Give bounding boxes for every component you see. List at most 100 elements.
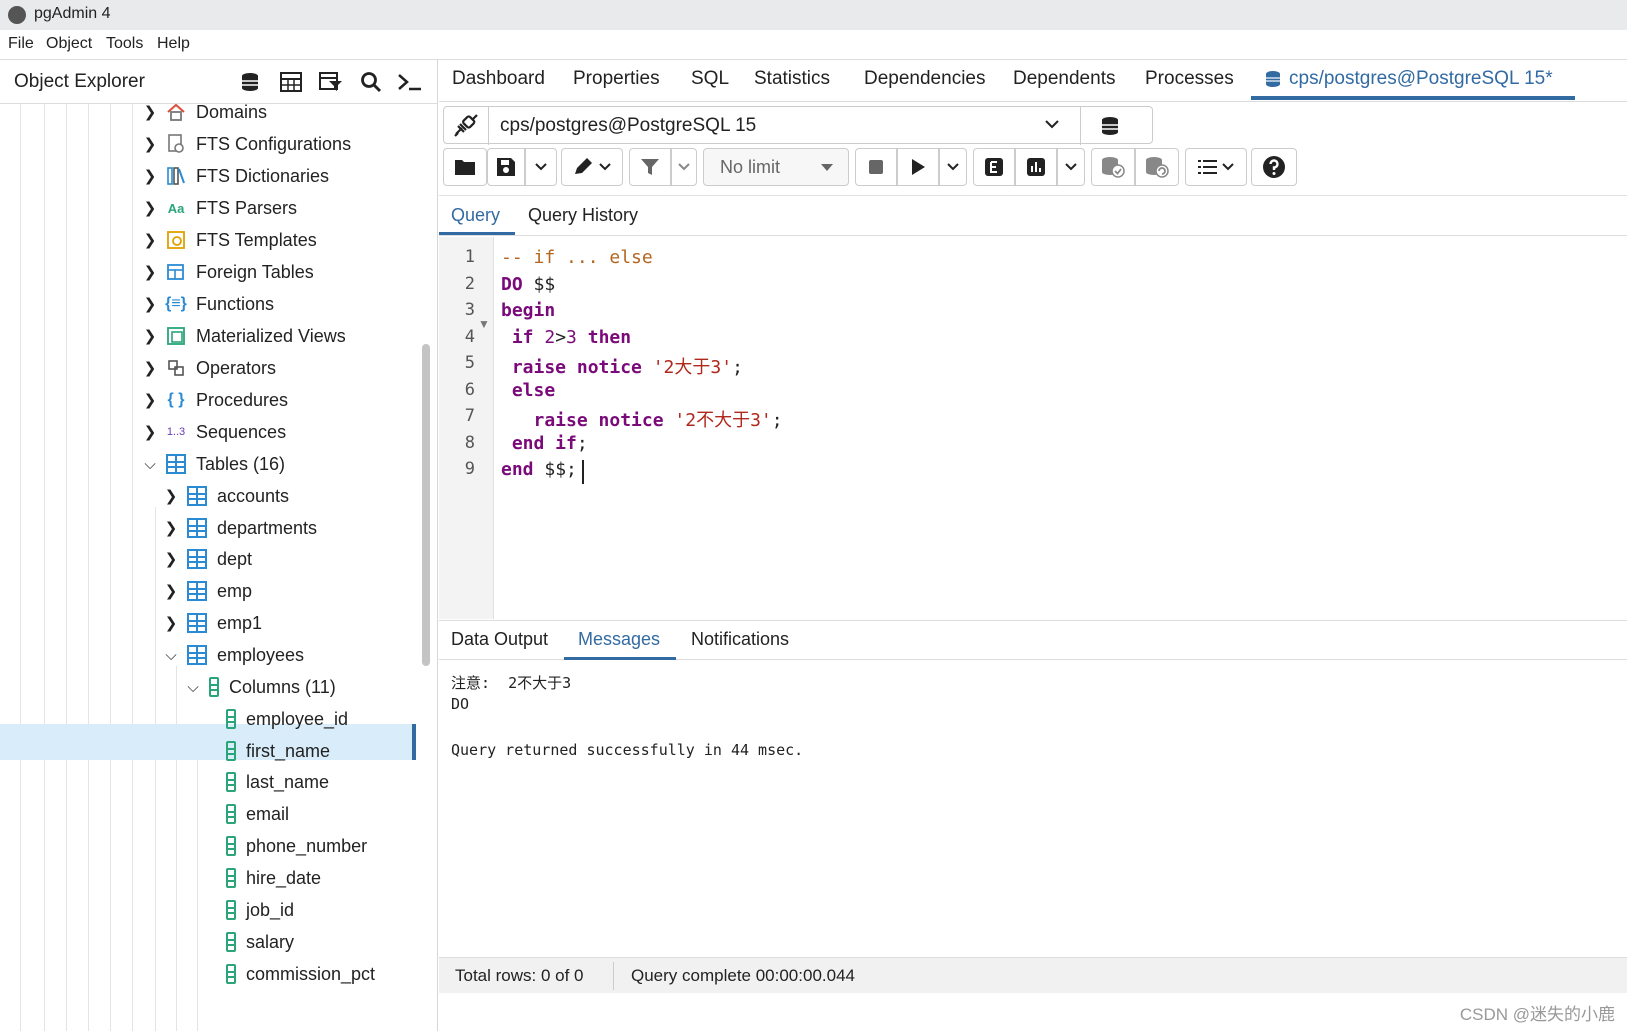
edit-dropdown-button[interactable] [561, 148, 623, 186]
connection-selector[interactable]: cps/postgres@PostgreSQL 15 [443, 106, 1153, 145]
explorer-scrollbar[interactable] [422, 344, 430, 666]
tree-node-fts-dictionaries[interactable]: ❯ FTS Dictionaries [140, 160, 329, 192]
tree-node-column[interactable]: salary [226, 926, 294, 958]
tab-properties[interactable]: Properties [573, 68, 660, 90]
chevron-right-icon[interactable]: ❯ [161, 614, 181, 632]
search-icon[interactable] [355, 66, 387, 98]
tab-statistics[interactable]: Statistics [754, 68, 830, 90]
macros-dropdown-button[interactable] [1185, 148, 1247, 186]
chevron-right-icon[interactable]: ❯ [140, 199, 160, 217]
save-file-button[interactable] [487, 148, 525, 186]
open-file-button[interactable] [443, 148, 487, 186]
tree-node-column[interactable]: first_name [226, 735, 330, 767]
tree-node-functions[interactable]: ❯ {≡} Functions [140, 288, 274, 320]
cancel-query-button[interactable] [855, 148, 897, 186]
tree-node-sequences[interactable]: ❯ 1..3 Sequences [140, 416, 286, 448]
menu-help[interactable]: Help [157, 35, 190, 53]
code-line[interactable]: raise notice '2大于3'; [501, 353, 743, 379]
tab-data-output[interactable]: Data Output [451, 629, 548, 650]
tree-node-column[interactable]: hire_date [226, 862, 321, 894]
chevron-right-icon[interactable]: ❯ [161, 582, 181, 600]
tree-node-foreign-tables[interactable]: ❯ Foreign Tables [140, 256, 314, 288]
chevron-right-icon[interactable]: ❯ [140, 103, 160, 121]
help-button[interactable] [1251, 148, 1297, 186]
commit-button[interactable] [1091, 148, 1135, 186]
view-data-grid-icon[interactable] [275, 66, 307, 98]
code-line[interactable]: raise notice '2不大于3'; [501, 406, 783, 432]
tree-node-operators[interactable]: ❯ Operators [140, 352, 276, 384]
tab-processes[interactable]: Processes [1145, 68, 1234, 90]
tree-node-table-accounts[interactable]: ❯ accounts [161, 480, 289, 512]
chevron-right-icon[interactable]: ❯ [161, 487, 181, 505]
chevron-down-icon[interactable]: ⌵ [161, 647, 181, 664]
save-options-dropdown[interactable] [525, 148, 557, 186]
chevron-right-icon[interactable]: ❯ [140, 295, 160, 313]
chevron-right-icon[interactable]: ❯ [161, 519, 181, 537]
explain-button[interactable] [973, 148, 1015, 186]
chevron-right-icon[interactable]: ❯ [161, 550, 181, 568]
tree-node-column[interactable]: phone_number [226, 830, 367, 862]
new-connection-db-icon[interactable] [1100, 115, 1122, 142]
tree-node-domains[interactable]: ❯ Domains [140, 96, 267, 128]
psql-terminal-icon[interactable] [394, 66, 426, 98]
tree-node-materialized-views[interactable]: ❯ Materialized Views [140, 320, 346, 352]
tab-messages[interactable]: Messages [578, 629, 660, 650]
tree-node-columns[interactable]: ⌵ Columns (11) [183, 671, 336, 703]
chevron-right-icon[interactable]: ❯ [140, 391, 160, 409]
tab-query-tool[interactable]: cps/postgres@PostgreSQL 15* [1265, 68, 1553, 90]
tree-node-table-departments[interactable]: ❯ departments [161, 512, 317, 544]
tree-node-column[interactable]: commission_pct [226, 958, 375, 990]
fold-arrow-icon[interactable]: ▼ [478, 317, 490, 331]
tab-dependencies[interactable]: Dependencies [864, 68, 985, 90]
tree-node-fts-templates[interactable]: ❯ FTS Templates [140, 224, 317, 256]
tab-dashboard[interactable]: Dashboard [452, 68, 545, 90]
code-line[interactable]: begin [501, 300, 555, 321]
code-line[interactable]: else [501, 380, 555, 401]
code-line[interactable]: DO $$ [501, 274, 555, 295]
tree-node-fts-parsers[interactable]: ❯ Aa FTS Parsers [140, 192, 297, 224]
execute-button[interactable] [897, 148, 939, 186]
tab-dependents[interactable]: Dependents [1013, 68, 1115, 90]
chevron-down-icon[interactable]: ⌵ [183, 679, 203, 696]
chevron-right-icon[interactable]: ❯ [140, 423, 160, 441]
tab-sql[interactable]: SQL [691, 68, 729, 90]
tree-node-procedures[interactable]: ❯ { } Procedures [140, 384, 288, 416]
chevron-right-icon[interactable]: ❯ [140, 167, 160, 185]
tab-query-history[interactable]: Query History [528, 205, 638, 226]
explain-analyze-button[interactable] [1015, 148, 1057, 186]
chevron-down-icon[interactable]: ⌵ [140, 456, 160, 473]
tree-node-tables[interactable]: ⌵ Tables (16) [140, 448, 285, 480]
menu-file[interactable]: File [8, 35, 34, 53]
tree-node-column[interactable]: job_id [226, 894, 294, 926]
chevron-right-icon[interactable]: ❯ [140, 359, 160, 377]
sql-editor[interactable]: 123456789 ▼ -- if ... else DO $$ begin if … [439, 237, 1627, 619]
filter-rows-icon[interactable] [315, 66, 347, 98]
filter-button[interactable] [629, 148, 671, 186]
connection-select-value[interactable]: cps/postgres@PostgreSQL 15 [500, 115, 756, 137]
row-limit-select[interactable]: No limit [703, 148, 849, 186]
chevron-right-icon[interactable]: ❯ [140, 231, 160, 249]
menu-tools[interactable]: Tools [106, 35, 143, 53]
tab-query[interactable]: Query [451, 205, 500, 226]
connection-status-icon[interactable] [452, 114, 478, 143]
chevron-down-icon[interactable] [1044, 117, 1060, 135]
tab-notifications[interactable]: Notifications [691, 629, 789, 650]
tree-node-table-employees[interactable]: ⌵ employees [161, 639, 304, 671]
rollback-button[interactable] [1135, 148, 1179, 186]
chevron-right-icon[interactable]: ❯ [140, 327, 160, 345]
tree-node-fts-configurations[interactable]: ❯ FTS Configurations [140, 128, 351, 160]
tree-node-column[interactable]: employee_id [226, 703, 348, 735]
menu-object[interactable]: Object [46, 35, 92, 53]
execute-options-dropdown[interactable] [939, 148, 967, 186]
query-tool-db-icon[interactable] [235, 66, 267, 98]
explain-options-dropdown[interactable] [1057, 148, 1085, 186]
tree-node-table-emp[interactable]: ❯ emp [161, 575, 252, 607]
code-line[interactable]: end $$; [501, 459, 577, 480]
tree-node-column[interactable]: email [226, 798, 289, 830]
chevron-right-icon[interactable]: ❯ [140, 135, 160, 153]
code-line[interactable]: -- if ... else [501, 247, 653, 268]
chevron-right-icon[interactable]: ❯ [140, 263, 160, 281]
tree-node-table-dept[interactable]: ❯ dept [161, 543, 252, 575]
tree-node-table-emp1[interactable]: ❯ emp1 [161, 607, 262, 639]
filter-options-dropdown[interactable] [671, 148, 697, 186]
